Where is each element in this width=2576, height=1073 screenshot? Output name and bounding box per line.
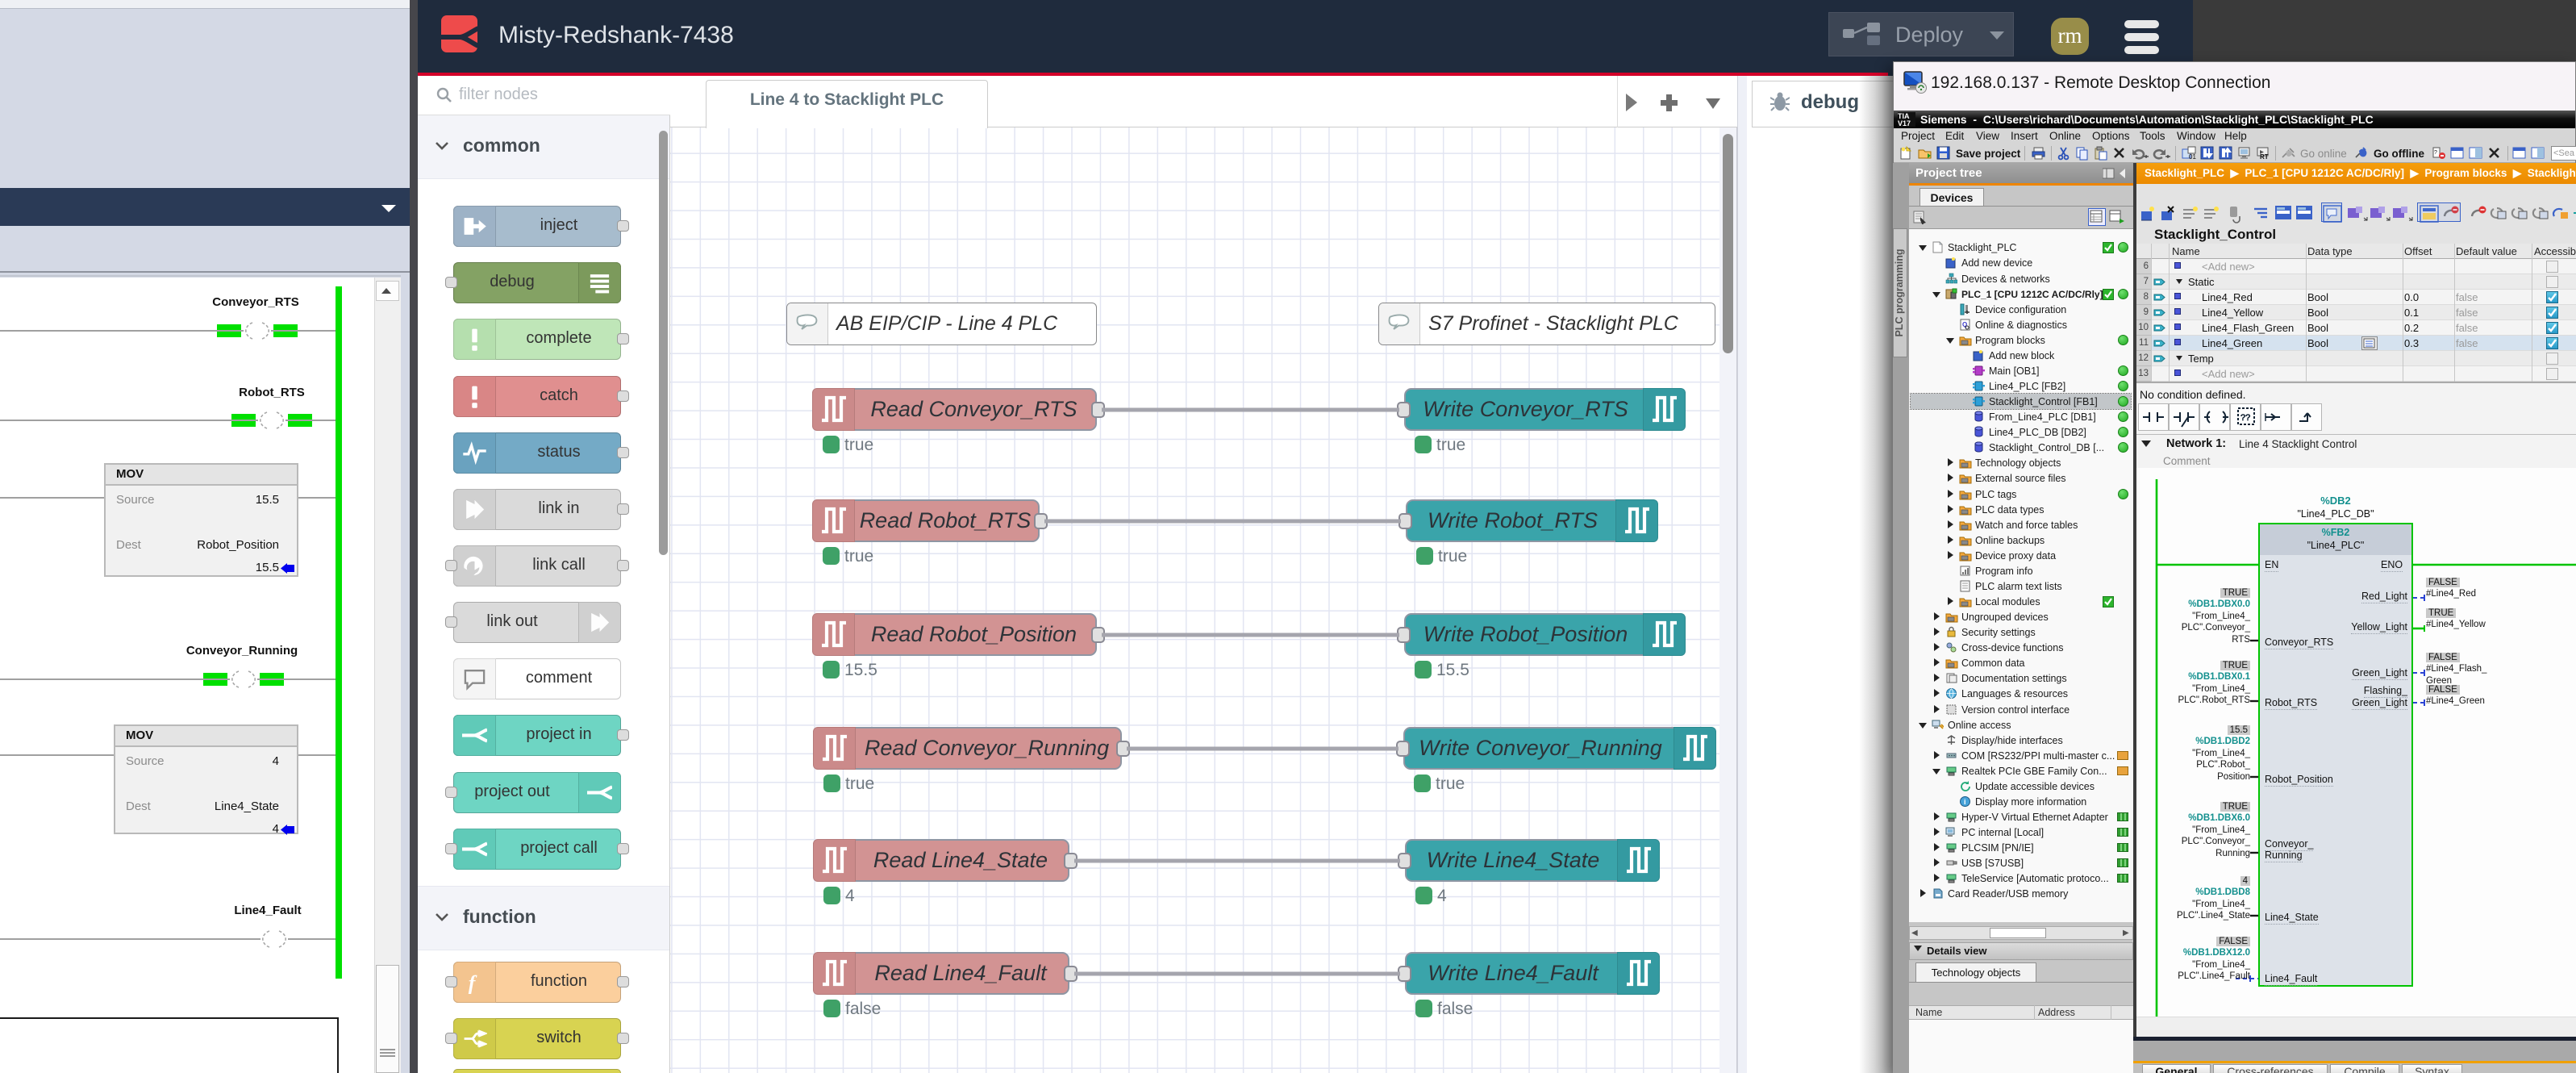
svg-text:01: 01 <box>2189 153 2196 161</box>
svg-text:??: ?? <box>2240 413 2250 423</box>
svg-text:f: f <box>469 971 477 995</box>
svg-text:i: i <box>1964 798 1966 806</box>
svg-text:RT: RT <box>2260 153 2269 161</box>
svg-text:?: ? <box>2434 150 2437 156</box>
svg-text:Q: Q <box>1962 321 1967 328</box>
